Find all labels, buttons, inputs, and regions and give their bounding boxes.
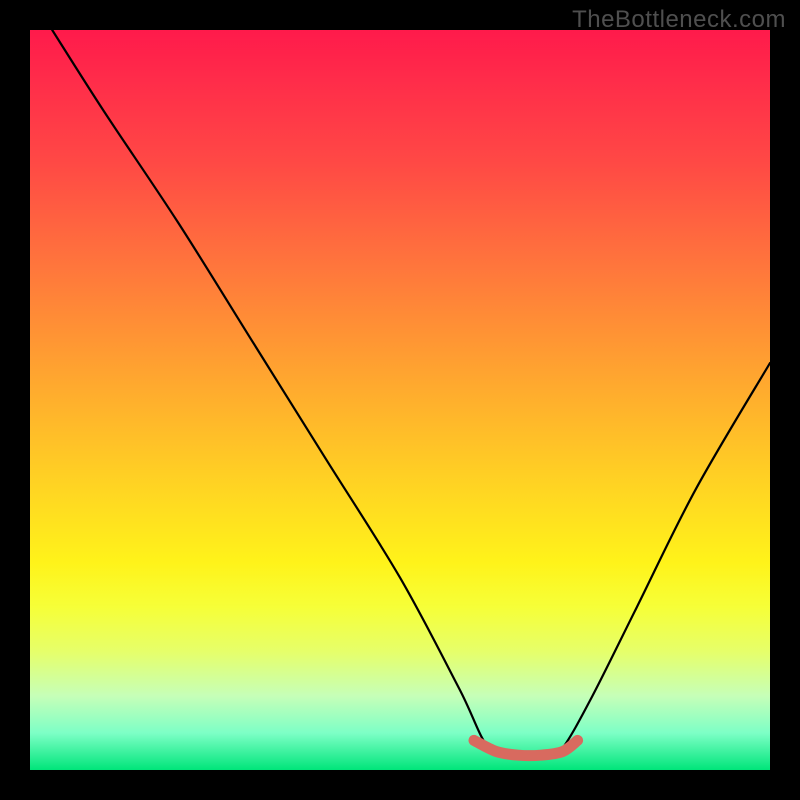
chart-frame: TheBottleneck.com — [0, 0, 800, 800]
curve-layer — [30, 30, 770, 770]
bottleneck-curve — [52, 30, 770, 756]
min-flat-segment — [474, 740, 578, 755]
plot-area — [30, 30, 770, 770]
watermark-text: TheBottleneck.com — [572, 6, 786, 34]
